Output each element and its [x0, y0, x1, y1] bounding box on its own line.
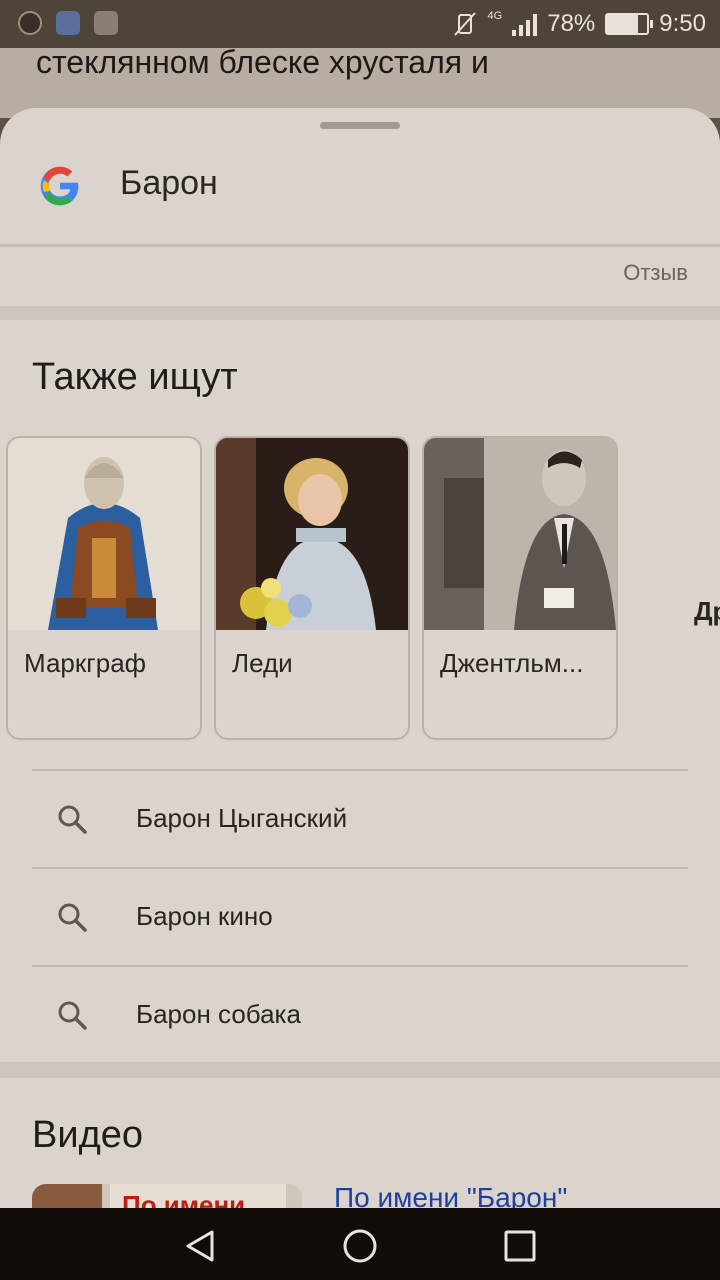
- status-right: 4G 78% 9:50: [452, 10, 706, 38]
- search-icon: [58, 805, 87, 834]
- related-search-row[interactable]: Барон собака: [32, 967, 688, 1063]
- status-bar: 4G 78% 9:50: [0, 0, 720, 48]
- related-search-text: Барон собака: [136, 999, 301, 1029]
- vibrate-off-icon: [453, 12, 476, 36]
- signal-icon: [512, 12, 538, 36]
- clock: 9:50: [659, 10, 706, 37]
- also-searched-title: Также ищут: [32, 356, 238, 398]
- feedback-link[interactable]: Отзыв: [623, 260, 688, 286]
- do-not-disturb-icon: [18, 11, 42, 35]
- image-notification-icon: [94, 11, 118, 35]
- related-search-text: Барон кино: [136, 901, 273, 931]
- related-search-row[interactable]: Барон Цыганский: [32, 771, 688, 867]
- search-icon: [58, 1001, 87, 1030]
- search-bottom-sheet: Барон Отзыв Также ищут Маркграф Леди Дже…: [0, 108, 720, 1208]
- woman-with-flowers-photo: [216, 438, 408, 630]
- home-icon[interactable]: [340, 1226, 380, 1266]
- battery-icon: [605, 13, 654, 35]
- armored-warrior-illustration: [8, 438, 200, 630]
- related-search-row[interactable]: Барон кино: [32, 869, 688, 965]
- search-icon: [58, 903, 87, 932]
- background-article-text: стеклянном блеске хрусталя и: [36, 44, 489, 80]
- section-gap: [0, 306, 720, 320]
- entity-card-ledi[interactable]: Леди: [214, 436, 410, 740]
- section-gap: [0, 1062, 720, 1078]
- google-logo-icon: [40, 166, 79, 206]
- header-divider: [0, 244, 720, 247]
- app-notification-icon: [56, 11, 80, 35]
- man-in-suit-photo: [424, 438, 616, 630]
- video-title-link[interactable]: По имени "Барон": [334, 1182, 567, 1208]
- battery-percent: 78%: [547, 10, 596, 37]
- video-thumbnail-text: По имени: [122, 1190, 246, 1208]
- video-thumbnail[interactable]: По имени: [32, 1184, 302, 1208]
- back-icon[interactable]: [180, 1226, 220, 1266]
- search-query[interactable]: Барон: [120, 164, 218, 203]
- video-section-title: Видео: [32, 1114, 144, 1156]
- entity-card-label: Маркграф: [24, 648, 147, 678]
- entity-card-markgraf[interactable]: Маркграф: [6, 436, 202, 740]
- entity-card-partial[interactable]: Др: [694, 596, 720, 627]
- entity-card-label: Джентльм...: [440, 648, 584, 678]
- entity-card-gentleman[interactable]: Джентльм...: [422, 436, 618, 740]
- sheet-drag-handle[interactable]: [320, 122, 400, 129]
- recents-icon[interactable]: [500, 1226, 540, 1266]
- network-type: 4G: [487, 10, 503, 22]
- also-searched-carousel[interactable]: Маркграф Леди Джентльм...: [6, 436, 720, 740]
- entity-card-label: Леди: [232, 648, 293, 678]
- system-nav-bar: [0, 1208, 720, 1280]
- search-header[interactable]: Барон: [0, 142, 720, 242]
- related-search-text: Барон Цыганский: [136, 803, 348, 833]
- status-notifications: [18, 11, 118, 35]
